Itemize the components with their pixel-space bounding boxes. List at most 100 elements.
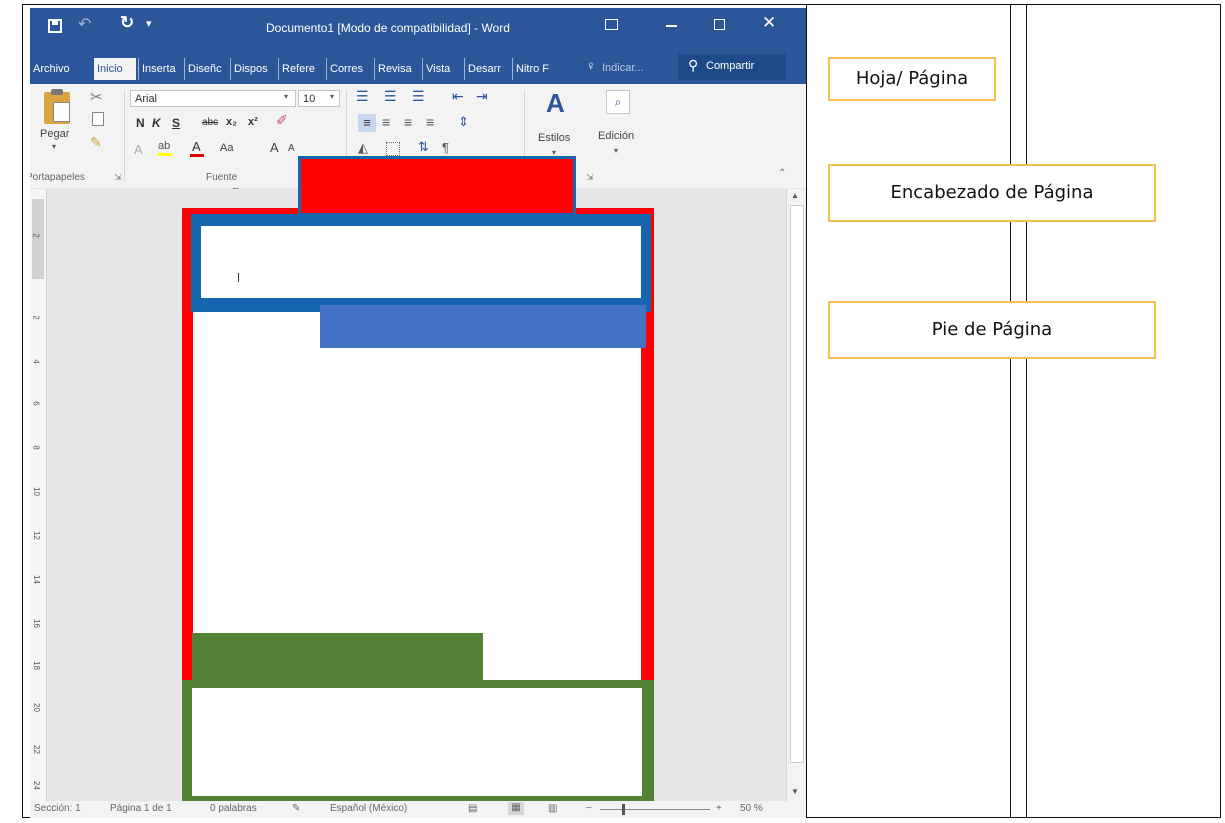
lightbulb-icon: ♀ — [586, 58, 596, 73]
language-status[interactable]: Español (México) — [330, 803, 407, 814]
section-status[interactable]: Sección: 1 — [34, 803, 81, 814]
ruler-mark: 14 — [31, 575, 41, 584]
scroll-down-icon[interactable]: ▼ — [791, 787, 799, 796]
paste-button[interactable]: Pegar — [40, 128, 69, 140]
share-button[interactable]: ⚲ Compartir — [678, 54, 786, 80]
ruler-mark: 8 — [31, 445, 41, 450]
decrease-indent-icon[interactable]: ⇤ — [452, 88, 464, 105]
person-icon: ⚲ — [688, 57, 699, 73]
tab-disposicion[interactable]: Dispos — [230, 58, 279, 80]
font-name-input[interactable]: Arial — [130, 90, 296, 107]
zoom-level[interactable]: 50 % — [740, 803, 763, 814]
title-bar: ↶ ↻ ▾ Documento1 [Modo de compatibilidad… — [30, 8, 806, 48]
zoom-thumb[interactable] — [622, 804, 625, 815]
ruler-mark: 2 — [31, 233, 41, 238]
ribbon-display-options-icon[interactable] — [605, 19, 618, 30]
table-border-mid — [806, 4, 807, 818]
read-mode-icon[interactable]: ▤ — [468, 803, 477, 814]
align-center-icon[interactable]: ≡ — [382, 114, 390, 130]
web-layout-icon[interactable]: ▥ — [548, 803, 557, 814]
undo-icon[interactable]: ↶ — [78, 14, 91, 34]
search-icon[interactable]: ⌕ — [606, 90, 630, 114]
tab-insertar[interactable]: Inserta — [138, 58, 185, 80]
customize-qat-icon[interactable]: ▾ — [146, 17, 152, 30]
ruler-mark: 2 — [31, 315, 41, 320]
tab-correspondencia[interactable]: Corres — [326, 58, 375, 80]
multilevel-list-icon[interactable]: ☰ — [412, 88, 425, 105]
ruler-mark: 12 — [31, 531, 41, 540]
superscript-button[interactable]: x² — [248, 116, 258, 128]
borders-icon[interactable] — [386, 142, 400, 156]
increase-indent-icon[interactable]: ⇥ — [476, 88, 488, 105]
tab-revisar[interactable]: Revisa — [374, 58, 423, 80]
label-hoja-pagina: Hoja/ Página — [828, 57, 996, 101]
styles-icon[interactable]: A — [542, 88, 572, 122]
editing-dropdown-icon[interactable]: ▾ — [614, 146, 618, 155]
tell-me-input[interactable]: Indicar... — [602, 62, 644, 74]
body-blue-block — [320, 305, 646, 348]
tab-vista[interactable]: Vista — [422, 58, 465, 80]
editing-button[interactable]: Edición — [598, 130, 634, 142]
tab-referencias[interactable]: Refere — [278, 58, 327, 80]
underline-button[interactable]: S — [172, 116, 180, 130]
close-icon[interactable]: ✕ — [762, 13, 776, 33]
clear-formatting-icon[interactable]: ✐ — [276, 112, 288, 129]
ruler-mark: 16 — [31, 619, 41, 628]
tab-inicio[interactable]: Inicio — [94, 58, 136, 80]
save-icon[interactable] — [48, 19, 62, 33]
text-effects-icon[interactable]: A — [134, 142, 143, 157]
collapse-ribbon-icon[interactable]: ⌃ — [778, 168, 786, 179]
vertical-scrollbar[interactable]: ▲ ▼ — [786, 189, 805, 801]
text-cursor — [238, 273, 239, 282]
ruler-mark: 24 — [31, 781, 41, 790]
redo-icon[interactable]: ↻ — [120, 13, 134, 33]
shrink-font-button[interactable]: A — [288, 143, 295, 154]
zoom-out-icon[interactable]: − — [586, 803, 592, 814]
styles-button[interactable]: Estilos — [538, 132, 570, 144]
align-right-icon[interactable]: ≡ — [404, 114, 412, 130]
line-spacing-icon[interactable]: ⇕ — [458, 114, 469, 130]
shading-icon[interactable]: ◭ — [358, 140, 368, 156]
font-color-icon[interactable]: A — [190, 139, 204, 157]
zoom-slider[interactable] — [600, 804, 710, 815]
word-count-status[interactable]: 0 palabras — [210, 803, 257, 814]
font-name-dropdown-icon[interactable]: ▾ — [284, 92, 288, 101]
bold-button[interactable]: N — [136, 116, 145, 130]
highlight-icon[interactable]: ab — [158, 140, 172, 156]
strikethrough-button[interactable]: abc — [202, 117, 218, 128]
grow-font-button[interactable]: A — [270, 140, 279, 155]
tab-diseno[interactable]: Diseñc — [184, 58, 231, 80]
copy-icon[interactable] — [92, 112, 104, 126]
justify-icon[interactable]: ≡ — [426, 114, 434, 130]
scroll-thumb[interactable] — [790, 205, 804, 763]
tab-nitro[interactable]: Nitro F — [512, 58, 565, 80]
bullets-icon[interactable]: ☰ — [356, 88, 369, 105]
zoom-in-icon[interactable]: + — [716, 803, 722, 814]
scroll-up-icon[interactable]: ▲ — [791, 191, 799, 200]
paste-dropdown-icon[interactable]: ▾ — [52, 142, 56, 151]
font-size-dropdown-icon[interactable]: ▾ — [330, 92, 334, 101]
subscript-button[interactable]: x₂ — [226, 116, 237, 128]
minimize-icon[interactable] — [666, 25, 677, 27]
cut-icon[interactable]: ✂ — [90, 88, 103, 106]
table-border-top — [22, 4, 1221, 5]
label-pie-de-pagina: Pie de Página — [828, 301, 1156, 359]
proofing-icon[interactable]: ✎ — [292, 803, 300, 814]
align-left-icon[interactable]: ≡ — [358, 114, 376, 132]
clipboard-launcher-icon[interactable]: ⇲ — [114, 172, 122, 183]
tab-desarrollador[interactable]: Desarr — [464, 58, 513, 80]
numbering-icon[interactable]: ☰ — [384, 88, 397, 105]
page-status[interactable]: Página 1 de 1 — [110, 803, 172, 814]
format-painter-icon[interactable]: ✎ — [90, 134, 102, 151]
italic-button[interactable]: K — [152, 116, 161, 130]
clipboard-icon[interactable] — [44, 89, 70, 124]
tab-archivo[interactable]: Archivo — [30, 58, 92, 80]
show-marks-icon[interactable]: ¶ — [442, 140, 449, 155]
sort-icon[interactable]: ⇅ — [418, 139, 429, 155]
paragraph-launcher-icon[interactable]: ⇲ — [586, 172, 594, 183]
change-case-button[interactable]: Aa — [220, 142, 233, 154]
ruler-mark: 18 — [31, 661, 41, 670]
print-layout-icon[interactable]: ▦ — [508, 802, 524, 815]
table-border-right — [1220, 4, 1221, 818]
maximize-icon[interactable] — [714, 19, 725, 30]
